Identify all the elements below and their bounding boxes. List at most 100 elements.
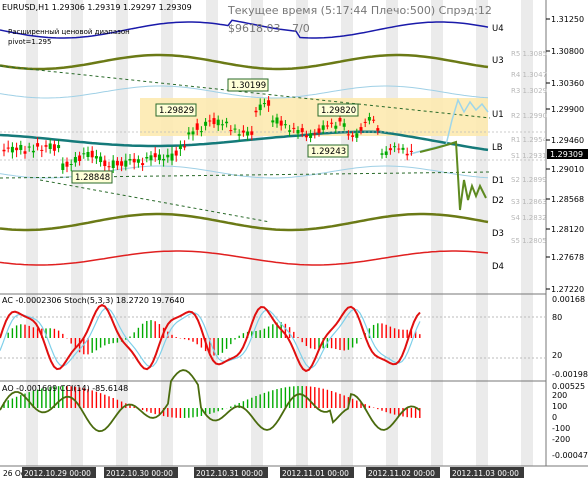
candle-body <box>27 146 31 148</box>
candle-body <box>183 146 187 148</box>
ac-panel-title: AC -0.0002306 Stoch(5,3,3) 18.2720 19.76… <box>2 296 185 305</box>
price-tick: 1.27678 <box>551 253 584 262</box>
ao-tick: -200 <box>552 435 570 444</box>
candle-body <box>275 117 279 124</box>
session-band <box>161 0 173 466</box>
ac-tick: -0.00198 <box>552 370 588 379</box>
candle-body <box>170 153 174 161</box>
overlay-ratio: 7/0 <box>292 22 310 35</box>
price-tick: 1.28568 <box>551 195 584 204</box>
candle-body <box>409 150 413 152</box>
candle-body <box>153 153 157 158</box>
candle-body <box>283 124 287 126</box>
ac-tick: 20 <box>552 351 562 360</box>
level-label: U4 <box>492 24 504 34</box>
pivot-level-label: S1 1.2931 <box>511 152 547 160</box>
price-box-label: 1.29243 <box>311 147 346 157</box>
ao-tick: 200 <box>552 391 567 400</box>
candle-body <box>195 123 199 130</box>
candle-body <box>309 133 313 138</box>
ao-tick: 100 <box>552 402 567 411</box>
time-label: 2012.10.31 00:00 <box>196 469 263 478</box>
ao-tick: -0.00047 <box>552 451 588 460</box>
candle-body <box>69 164 73 166</box>
candle-body <box>338 118 342 122</box>
session-band <box>116 0 128 466</box>
candle-body <box>237 134 241 136</box>
candle-body <box>191 131 195 135</box>
candle-body <box>78 155 82 161</box>
candle-body <box>300 128 304 133</box>
candle-body <box>178 145 182 150</box>
candle-body <box>296 130 300 134</box>
candle-body <box>288 130 292 132</box>
pivot-level-label: R5 1.3085 <box>511 50 547 58</box>
candle-body <box>52 144 56 151</box>
candle-body <box>120 161 124 166</box>
candle-body <box>36 143 40 147</box>
candle-body <box>204 121 208 126</box>
session-band <box>476 0 488 466</box>
candle-body <box>111 160 115 169</box>
candle-body <box>229 130 233 132</box>
candle-body <box>367 117 371 121</box>
level-label: D3 <box>492 229 504 239</box>
candle-body <box>225 121 229 124</box>
candle-body <box>23 151 27 154</box>
candle-body <box>220 124 224 126</box>
candle-body <box>233 128 237 130</box>
candle-body <box>90 150 94 158</box>
candle-body <box>317 128 321 133</box>
pivot-level-label: R4 1.3047 <box>511 71 547 79</box>
ao-tick: 0 <box>552 413 557 422</box>
current-price: 1.29309 <box>550 150 583 159</box>
candle-body <box>149 155 153 161</box>
ac-axis-ticks: 0.00168 80 20 -0.00198 <box>552 295 588 379</box>
candle-body <box>44 145 48 147</box>
candle-body <box>241 130 245 133</box>
price-tick: 1.30800 <box>551 47 584 56</box>
time-label: 2012.11.02 00:00 <box>368 469 435 478</box>
candle-body <box>250 131 254 135</box>
level-label: D1 <box>492 176 504 186</box>
candle-body <box>351 135 355 137</box>
candle-body <box>393 146 397 148</box>
candle-body <box>208 120 212 122</box>
candle-body <box>15 147 19 151</box>
candle-body <box>330 122 334 124</box>
price-tick: 1.29460 <box>551 136 584 145</box>
pivot-label: pivot=1.295 <box>8 38 51 46</box>
overlay-time: Текущее время (5:17:44 Плечо:500) Спрэд:… <box>227 4 492 17</box>
chart-window[interactable]: EURUSD,H1 1.29306 1.29319 1.29297 1.2930… <box>0 0 588 480</box>
candle-body <box>157 154 161 161</box>
candle-body <box>304 135 308 138</box>
candle-body <box>31 150 35 153</box>
candle-body <box>199 131 203 133</box>
session-band <box>206 0 218 466</box>
candle-body <box>124 160 128 167</box>
level-label: U3 <box>492 56 504 66</box>
price-tick: 1.27220 <box>551 285 584 294</box>
candle-body <box>384 151 388 155</box>
candle-body <box>401 147 405 150</box>
session-band <box>71 0 83 466</box>
candle-body <box>342 123 346 127</box>
candle-body <box>363 121 367 123</box>
candle-body <box>48 143 52 149</box>
candle-body <box>10 146 14 153</box>
candle-body <box>355 133 359 138</box>
candle-body <box>405 153 409 156</box>
price-tick: 1.31250 <box>551 15 584 24</box>
level-label: LB <box>492 143 503 153</box>
candle-body <box>212 118 216 125</box>
candle-body <box>94 156 98 159</box>
candle-body <box>258 104 262 111</box>
session-band <box>386 0 398 466</box>
ao-tick: -100 <box>552 424 570 433</box>
candle-body <box>99 156 103 163</box>
candle-body <box>132 158 136 163</box>
candle-body <box>216 119 220 126</box>
candle-body <box>321 125 325 130</box>
overlay-money: $9618.03 <box>228 22 281 35</box>
level-label: D2 <box>492 196 504 206</box>
